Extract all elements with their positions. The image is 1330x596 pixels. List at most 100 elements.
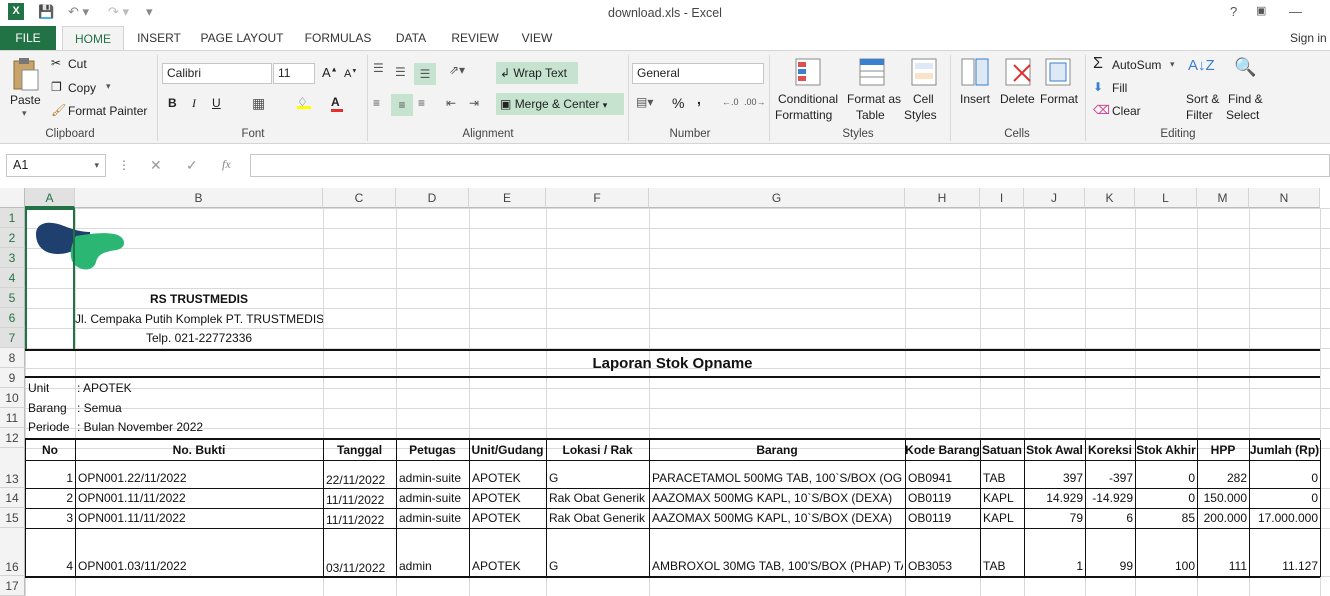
- insert-function-button[interactable]: fx: [222, 157, 231, 172]
- tab-data[interactable]: DATA: [388, 26, 434, 50]
- column-header-h[interactable]: H: [905, 188, 980, 208]
- help-button[interactable]: ?: [1230, 4, 1237, 19]
- tab-review[interactable]: REVIEW: [446, 26, 504, 50]
- column-header-g[interactable]: G: [649, 188, 905, 208]
- tab-file[interactable]: FILE: [0, 26, 56, 50]
- fill-color-icon[interactable]: ♢: [297, 95, 311, 109]
- format-as-table-button[interactable]: Format as: [847, 92, 901, 106]
- copy-button[interactable]: Copy: [68, 81, 96, 95]
- table-cell[interactable]: OB3053: [908, 559, 978, 573]
- conditional-formatting-button[interactable]: Conditional: [778, 92, 838, 106]
- accounting-format-icon[interactable]: ▤▾: [636, 95, 653, 109]
- table-cell[interactable]: 85: [1138, 511, 1195, 525]
- column-header-a[interactable]: A: [25, 188, 75, 208]
- row-header-12[interactable]: 12: [0, 428, 25, 448]
- paste-icon[interactable]: [11, 57, 39, 93]
- table-cell[interactable]: OPN001.11/11/2022: [78, 491, 321, 505]
- table-cell[interactable]: TAB: [983, 559, 1022, 573]
- find-select-button[interactable]: Find &: [1228, 92, 1263, 106]
- fill-button[interactable]: Fill: [1112, 81, 1127, 95]
- table-cell[interactable]: 3: [28, 511, 73, 525]
- worksheet-grid[interactable]: ABCDEFGHIJKLMN 1 2 3 4 5 6 7 8 9 10 11 12 13 14 15 16 17…: [0, 188, 1330, 596]
- table-cell[interactable]: APOTEK: [472, 491, 544, 505]
- table-cell[interactable]: -397: [1088, 471, 1133, 485]
- delete-cells-icon[interactable]: [1004, 57, 1034, 87]
- column-header-i[interactable]: I: [980, 188, 1024, 208]
- table-cell[interactable]: OB0119: [908, 491, 978, 505]
- table-cell[interactable]: 282: [1200, 471, 1247, 485]
- conditional-formatting-icon[interactable]: [794, 57, 824, 87]
- table-cell[interactable]: OPN001.03/11/2022: [78, 559, 321, 573]
- tab-page-layout[interactable]: PAGE LAYOUT: [196, 26, 288, 50]
- table-cell[interactable]: OB0941: [908, 471, 978, 485]
- table-cell[interactable]: 1: [1027, 559, 1083, 573]
- table-cell[interactable]: 22/11/2022: [326, 473, 394, 487]
- decrease-indent-icon[interactable]: ⇤: [446, 96, 456, 110]
- table-cell[interactable]: G: [549, 471, 647, 485]
- column-header-d[interactable]: D: [396, 188, 469, 208]
- table-cell[interactable]: 397: [1027, 471, 1083, 485]
- table-cell[interactable]: Rak Obat Generik: [549, 511, 647, 525]
- row-header-15[interactable]: 15: [0, 508, 25, 528]
- row-header-5[interactable]: 5: [0, 288, 25, 308]
- table-cell[interactable]: -14.929: [1088, 491, 1133, 505]
- table-cell[interactable]: KAPL: [983, 491, 1022, 505]
- table-cell[interactable]: 0: [1138, 471, 1195, 485]
- table-cell[interactable]: 11/11/2022: [326, 513, 394, 527]
- table-cell[interactable]: G: [549, 559, 647, 573]
- tab-home[interactable]: HOME: [62, 26, 124, 51]
- orientation-icon[interactable]: ⇗▾: [449, 63, 465, 77]
- align-bottom-icon[interactable]: ☰: [414, 63, 436, 85]
- row-header-14[interactable]: 14: [0, 488, 25, 508]
- table-cell[interactable]: OPN001.22/11/2022: [78, 471, 321, 485]
- table-cell[interactable]: 6: [1088, 511, 1133, 525]
- table-cell[interactable]: 14.929: [1027, 491, 1083, 505]
- table-cell[interactable]: APOTEK: [472, 471, 544, 485]
- copy-dropdown-icon[interactable]: ▾: [106, 81, 111, 92]
- table-cell[interactable]: AMBROXOL 30MG TAB, 100'S/BOX (PHAP) TAB: [652, 559, 903, 573]
- formula-input[interactable]: [250, 154, 1330, 177]
- autosum-button[interactable]: AutoSum: [1112, 58, 1161, 72]
- name-box[interactable]: A1 ▾: [6, 154, 106, 177]
- cell-styles-icon[interactable]: [910, 57, 940, 87]
- sign-in-link[interactable]: Sign in: [1290, 26, 1330, 50]
- font-size-select[interactable]: 11: [273, 63, 315, 84]
- bold-button[interactable]: B: [168, 96, 177, 110]
- table-cell[interactable]: 17.000.000: [1252, 511, 1318, 525]
- table-cell[interactable]: KAPL: [983, 511, 1022, 525]
- row-header-3[interactable]: 3: [0, 248, 25, 268]
- align-middle-icon[interactable]: ☰: [395, 65, 406, 79]
- align-top-icon[interactable]: ☰: [373, 61, 384, 75]
- percent-button[interactable]: %: [672, 95, 684, 111]
- select-all-corner[interactable]: [0, 188, 25, 208]
- decrease-decimal-icon[interactable]: .00→: [744, 97, 766, 107]
- borders-icon[interactable]: ▦: [252, 95, 265, 112]
- paste-dropdown-icon[interactable]: ▾: [22, 108, 27, 119]
- format-as-table-icon[interactable]: [858, 57, 888, 87]
- cut-button[interactable]: Cut: [68, 57, 87, 71]
- align-right-icon[interactable]: ≡: [418, 96, 425, 110]
- row-header-8[interactable]: 8: [0, 348, 25, 368]
- increase-indent-icon[interactable]: ⇥: [469, 96, 479, 110]
- cancel-entry-icon[interactable]: ✕: [150, 157, 162, 174]
- table-cell[interactable]: 200.000: [1200, 511, 1247, 525]
- cell-styles-button[interactable]: Cell: [913, 92, 934, 106]
- insert-cells-button[interactable]: Insert: [960, 92, 990, 106]
- number-format-select[interactable]: General: [632, 63, 764, 84]
- merge-center-button[interactable]: ▣ Merge & Center ▾: [496, 93, 624, 115]
- table-cell[interactable]: 4: [28, 559, 73, 573]
- italic-button[interactable]: I: [192, 96, 196, 111]
- row-header-10[interactable]: 10: [0, 388, 25, 408]
- tab-formulas[interactable]: FORMULAS: [298, 26, 378, 50]
- row-header-4[interactable]: 4: [0, 268, 25, 288]
- table-cell[interactable]: 79: [1027, 511, 1083, 525]
- table-cell[interactable]: 1: [28, 471, 73, 485]
- table-cell[interactable]: admin-suite: [399, 511, 467, 525]
- tab-view[interactable]: VIEW: [514, 26, 560, 50]
- column-header-n[interactable]: N: [1249, 188, 1320, 208]
- active-cell-selection[interactable]: [25, 208, 75, 351]
- row-header-11[interactable]: 11: [0, 408, 25, 428]
- autosum-dropdown-icon[interactable]: ▾: [1170, 59, 1175, 70]
- table-cell[interactable]: 03/11/2022: [326, 561, 394, 575]
- row-header-6[interactable]: 6: [0, 308, 25, 328]
